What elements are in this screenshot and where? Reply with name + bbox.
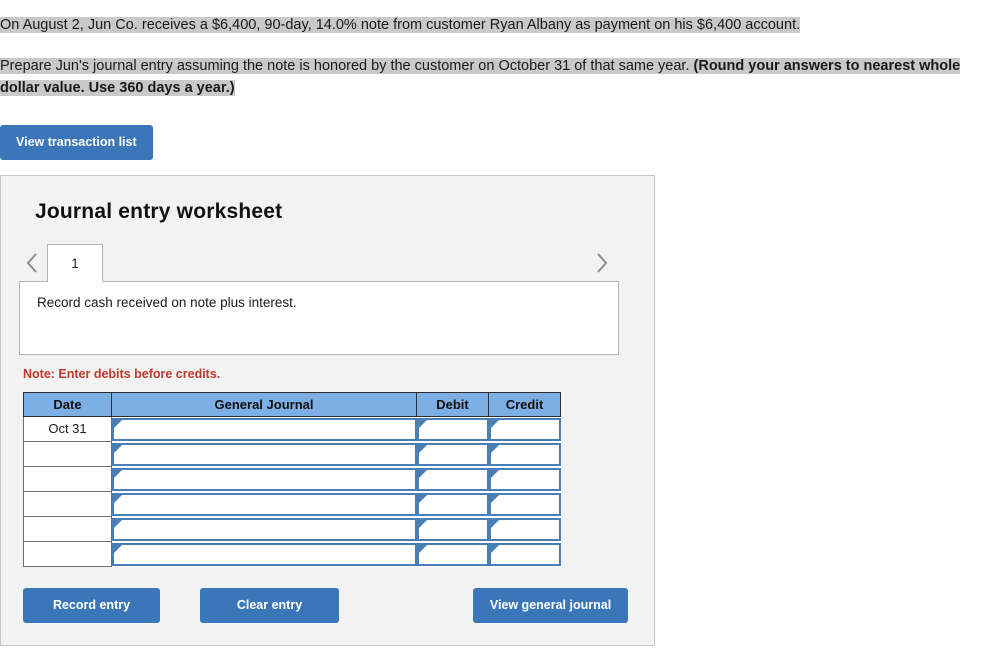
cell-general-journal-4[interactable] (111, 491, 417, 517)
worksheet-tabstrip: 1 (19, 242, 636, 282)
debit-input-2[interactable] (416, 442, 489, 466)
cell-debit-4[interactable] (416, 491, 489, 517)
cell-credit-5[interactable] (488, 516, 561, 542)
general-journal-input-5[interactable] (112, 517, 417, 541)
debit-input-4[interactable] (416, 492, 489, 516)
cell-general-journal-1[interactable] (111, 416, 417, 442)
cell-credit-1[interactable] (488, 416, 561, 442)
credit-input-6[interactable] (488, 542, 561, 566)
journal-entry-table: Date General Journal Debit Credit Oct 31 (23, 391, 561, 567)
debits-before-credits-note: Note: Enter debits before credits. (23, 366, 221, 381)
worksheet-instruction-text: Record cash received on note plus intere… (37, 294, 297, 310)
general-journal-input-4[interactable] (112, 492, 417, 516)
worksheet-footer-buttons: Record entry Clear entry View general jo… (23, 588, 628, 623)
page-title: Journal entry worksheet (35, 199, 283, 223)
credit-input-3[interactable] (488, 467, 561, 491)
cell-date-4[interactable] (23, 491, 112, 517)
cell-debit-3[interactable] (416, 466, 489, 492)
journal-entry-worksheet-panel: Journal entry worksheet 1 Record cash re… (0, 174, 655, 646)
cell-debit-5[interactable] (416, 516, 489, 542)
cell-debit-6[interactable] (416, 541, 489, 567)
debit-input-5[interactable] (416, 517, 489, 541)
problem-statement: On August 2, Jun Co. receives a $6,400, … (0, 0, 984, 99)
cell-debit-2[interactable] (416, 441, 489, 467)
record-entry-button[interactable]: Record entry (23, 588, 160, 623)
cell-general-journal-2[interactable] (111, 441, 417, 467)
problem-paragraph-1: On August 2, Jun Co. receives a $6,400, … (0, 14, 984, 36)
cell-date-3[interactable] (23, 466, 112, 492)
worksheet-instruction-box: Record cash received on note plus intere… (19, 280, 619, 355)
chevron-left-icon[interactable] (19, 244, 45, 282)
general-journal-input-3[interactable] (112, 467, 417, 491)
problem-paragraph-2-text: Prepare Jun's journal entry assuming the… (0, 58, 961, 96)
cell-date-2[interactable] (23, 441, 112, 467)
column-header-credit: Credit (488, 391, 561, 417)
cell-credit-2[interactable] (488, 441, 561, 467)
general-journal-input-2[interactable] (112, 442, 417, 466)
cell-date-5[interactable] (23, 516, 112, 542)
column-header-debit: Debit (416, 391, 489, 417)
cell-general-journal-6[interactable] (111, 541, 417, 567)
problem-paragraph-1-text: On August 2, Jun Co. receives a $6,400, … (0, 17, 801, 33)
table-row (23, 491, 561, 517)
view-transaction-list-row: View transaction list (0, 125, 984, 160)
worksheet-tab-1[interactable]: 1 (47, 243, 103, 282)
credit-input-1[interactable] (488, 417, 561, 441)
cell-date-1[interactable]: Oct 31 (23, 415, 112, 442)
chevron-right-icon[interactable] (588, 244, 614, 282)
debit-input-3[interactable] (416, 467, 489, 491)
cell-date-6[interactable] (23, 541, 112, 567)
cell-general-journal-3[interactable] (111, 466, 417, 492)
table-row (23, 516, 561, 542)
worksheet-tab-1-label: 1 (71, 255, 79, 271)
cell-debit-1[interactable] (416, 416, 489, 442)
table-row (23, 466, 561, 492)
view-transaction-list-button[interactable]: View transaction list (0, 125, 153, 160)
table-row: Oct 31 (23, 415, 561, 442)
clear-entry-button[interactable]: Clear entry (200, 588, 339, 623)
column-header-date: Date (23, 391, 112, 417)
view-general-journal-button[interactable]: View general journal (473, 588, 628, 623)
debit-input-6[interactable] (416, 542, 489, 566)
table-row (23, 541, 561, 567)
journal-table-header-row: Date General Journal Debit Credit (23, 391, 561, 417)
problem-paragraph-2-normal: Prepare Jun's journal entry assuming the… (0, 58, 694, 74)
problem-paragraph-2: Prepare Jun's journal entry assuming the… (0, 55, 984, 99)
cell-credit-6[interactable] (488, 541, 561, 567)
credit-input-4[interactable] (488, 492, 561, 516)
general-journal-input-1[interactable] (112, 417, 417, 441)
debit-input-1[interactable] (416, 417, 489, 441)
table-row (23, 441, 561, 467)
cell-credit-4[interactable] (488, 491, 561, 517)
cell-credit-3[interactable] (488, 466, 561, 492)
credit-input-5[interactable] (488, 517, 561, 541)
column-header-general-journal: General Journal (111, 391, 417, 417)
general-journal-input-6[interactable] (112, 542, 417, 566)
credit-input-2[interactable] (488, 442, 561, 466)
cell-general-journal-5[interactable] (111, 516, 417, 542)
